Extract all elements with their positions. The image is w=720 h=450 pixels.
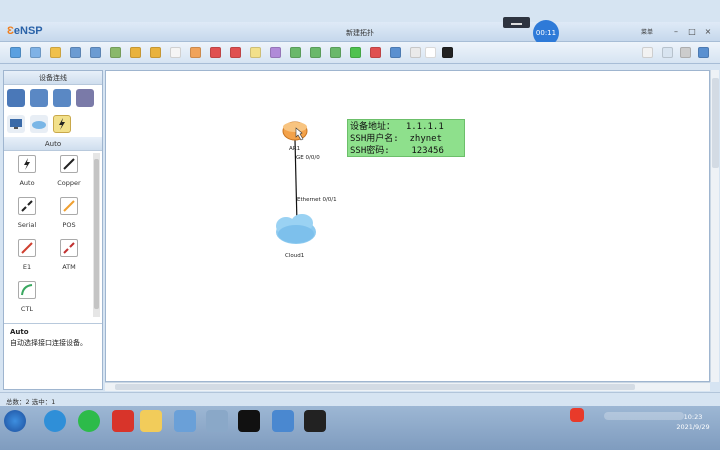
text-note[interactable]: 设备地址： 1.1.1.1 SSH用户名: zhynet SSH密码: 1234… <box>347 119 465 157</box>
router-label[interactable]: AR1 <box>289 146 300 152</box>
cloud-port-label: Ethernet 0/0/1 <box>297 197 337 203</box>
capcut-icon[interactable] <box>238 410 260 432</box>
app-icon-red[interactable] <box>112 410 134 432</box>
link-ar1-cloud1 <box>294 139 298 225</box>
file-explorer-icon[interactable] <box>140 410 162 432</box>
router-port-label: GE 0/0/0 <box>296 155 320 161</box>
app-icon-document[interactable] <box>206 410 228 432</box>
clock[interactable]: 10:23 2021/9/29 <box>668 412 718 432</box>
ime-icon[interactable] <box>570 408 584 422</box>
topology-drawing <box>276 121 316 244</box>
ensp-taskbar-icon[interactable] <box>272 410 294 432</box>
start-button[interactable] <box>4 410 26 432</box>
cloud-label[interactable]: Cloud1 <box>285 253 304 259</box>
app-icon-monitor[interactable] <box>174 410 196 432</box>
wechat-icon[interactable] <box>78 410 100 432</box>
router-icon <box>282 121 308 141</box>
edge-icon[interactable] <box>44 410 66 432</box>
status-text: 总数：2 选中：1 <box>6 398 56 406</box>
cloud-icon <box>276 214 316 244</box>
terminal-icon[interactable] <box>304 410 326 432</box>
taskbar: 10:23 2021/9/29 <box>0 406 720 450</box>
status-bar: 总数：2 选中：1 <box>0 392 720 406</box>
